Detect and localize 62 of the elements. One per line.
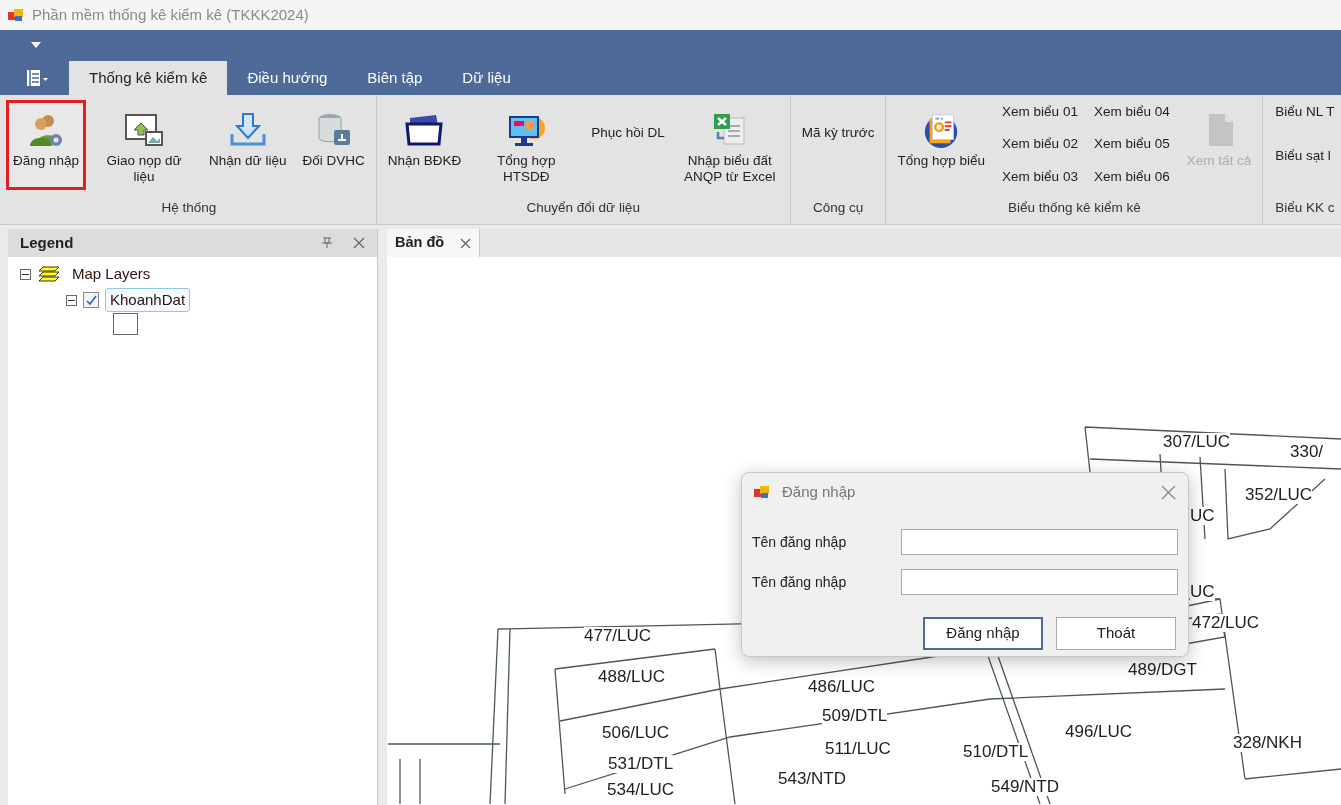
ribbon-item[interactable]: Biểu sạt l (1271, 144, 1339, 169)
layers-icon (37, 265, 61, 283)
window-title: Phần mềm thống kê kiểm kê (TKKK2024) (32, 4, 309, 25)
checkbox[interactable] (83, 292, 99, 308)
ribbon-button[interactable]: Mã kỳ trước (794, 100, 882, 190)
document-tab[interactable]: Bản đồ (387, 229, 481, 257)
ribbon-tab[interactable]: Biên tập (347, 61, 443, 95)
expander-icon[interactable] (20, 268, 31, 280)
panel-title: Legend (20, 232, 75, 253)
group-label: Biểu thống kê kiểm kê (1006, 199, 1142, 217)
parcel-label: 549/NTD (991, 778, 1060, 796)
group-label: Công cụ (811, 199, 865, 217)
close-icon[interactable] (353, 237, 365, 249)
parcel-label: UC (1190, 507, 1215, 525)
ribbon-tab[interactable]: Thống kê kiểm kê (69, 61, 228, 95)
dialog-button[interactable]: Đăng nhập (923, 617, 1043, 650)
ribbon-tab[interactable]: Dữ liệu (442, 61, 531, 95)
dialog-title: Đăng nhập (782, 481, 857, 502)
group-label: Hệ thống (160, 199, 218, 217)
ribbon-item[interactable]: Xem biểu 04 (1089, 100, 1174, 125)
close-icon[interactable] (460, 237, 472, 249)
parcel-label: UC (1190, 583, 1215, 601)
ribbon-item[interactable]: Xem biểu 01 (998, 100, 1082, 125)
window-image-icon (124, 111, 165, 149)
ribbon-item[interactable]: Xem biểu 03 (998, 164, 1082, 189)
layer-label[interactable]: Map Layers (67, 261, 156, 287)
pin-icon[interactable] (321, 237, 333, 249)
ribbon-button[interactable]: Đối DVHC (295, 100, 372, 190)
close-icon[interactable] (1161, 484, 1176, 500)
layer-label[interactable]: KhoanhDat (105, 287, 191, 313)
input-field[interactable] (901, 569, 1178, 595)
ribbon-button[interactable]: Giao nọp dữ liệu (88, 100, 201, 190)
ribbon-button[interactable]: Nhận BĐKĐ (380, 100, 469, 190)
ribbon-button[interactable]: Đăng nhập (6, 100, 87, 190)
ribbon-tab[interactable]: Điều hướng (227, 61, 348, 95)
ribbon-item[interactable]: Xem biểu 06 (1089, 164, 1174, 189)
parcel-label: 328/NKH (1233, 734, 1302, 752)
tab-label: Bản đồ (395, 233, 445, 253)
ribbon-button[interactable]: Tổng hợp HTSDĐ (470, 100, 583, 190)
legend-swatch (113, 313, 138, 335)
ribbon-button[interactable]: Phục hồi DL (584, 100, 672, 190)
group-label: Biểu KK c (1274, 199, 1336, 217)
expander-icon[interactable] (66, 294, 77, 306)
group-label: Chuyển đổi dữ liệu (525, 199, 641, 217)
ribbon-item[interactable]: Xem biểu 05 (1089, 132, 1174, 157)
app-icon (754, 485, 770, 499)
parcel-label: 510/DTL (963, 743, 1029, 761)
field-label: Tên đăng nhập (752, 572, 848, 592)
parcel-label: 509/DTL (822, 707, 888, 725)
parcel-label: 531/DTL (608, 755, 674, 773)
app-icon (8, 8, 24, 22)
parcel-label: 352/LUC (1245, 486, 1313, 504)
ribbon-button[interactable]: Nhận dữ liệu (202, 100, 294, 190)
field-label: Tên đăng nhập (752, 532, 848, 552)
ribbon-button[interactable]: Nhập biểu đất ANQP từ Excel (673, 100, 786, 190)
ribbon-item[interactable]: Xem biểu 02 (998, 132, 1082, 157)
ribbon-item[interactable]: Biểu NL T (1271, 100, 1339, 125)
dropdown-caret-icon[interactable] (31, 42, 41, 48)
parcel-label: 472/LUC (1192, 614, 1260, 632)
input-field[interactable] (901, 529, 1178, 555)
dialog-button[interactable]: Thoát (1056, 617, 1176, 650)
ribbon-button[interactable]: Tổng hợp biểu (890, 100, 993, 190)
